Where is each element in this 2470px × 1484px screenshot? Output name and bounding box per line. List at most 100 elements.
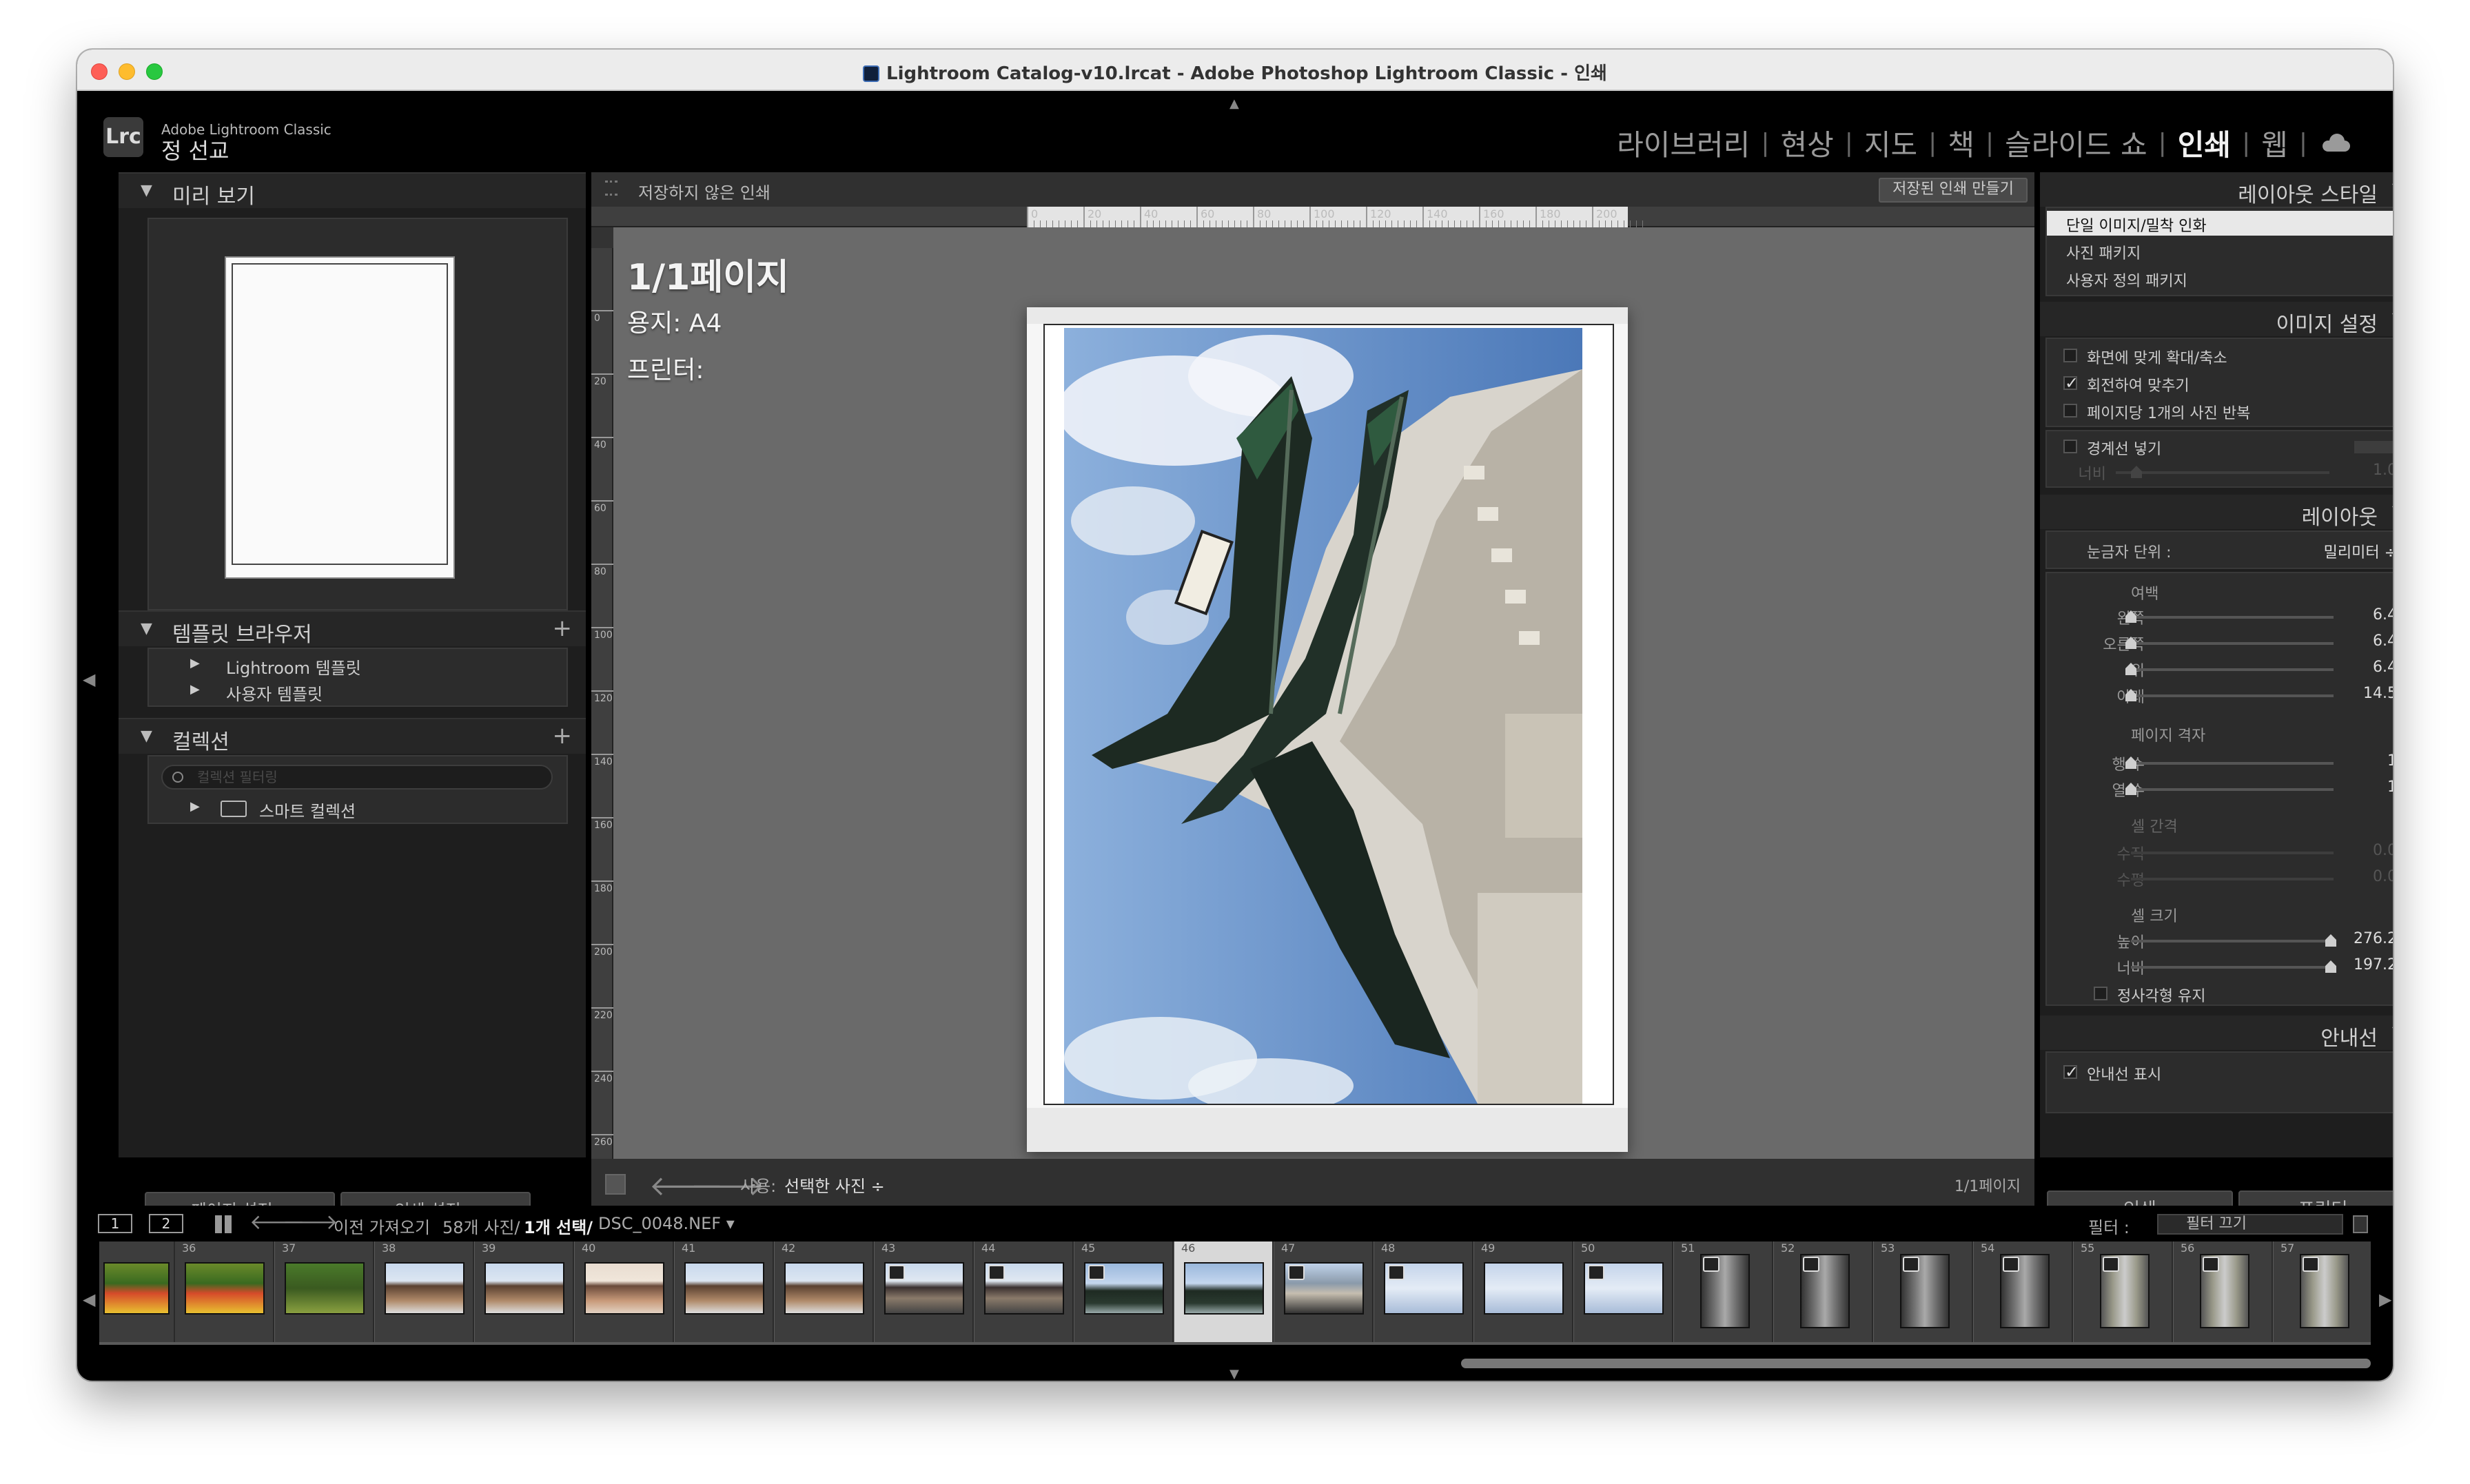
- repeat-photo-checkbox[interactable]: [2063, 404, 2077, 418]
- use-selection-dropdown[interactable]: 선택한 사진 ÷: [784, 1173, 885, 1197]
- slider-value[interactable]: 1: [2336, 752, 2393, 770]
- slider-track[interactable]: [2131, 852, 2334, 854]
- filter-lock-icon[interactable]: [2353, 1215, 2368, 1233]
- layout-style-custom-package[interactable]: 사용자 정의 패키지: [2047, 266, 2393, 291]
- stroke-border-option[interactable]: 경계선 넣기: [2047, 434, 2393, 459]
- filmstrip-cell[interactable]: 44: [974, 1241, 1074, 1342]
- filmstrip-cell[interactable]: 37: [275, 1241, 374, 1342]
- layout-style-header[interactable]: 레이아웃 스타일 ▼: [2040, 172, 2393, 207]
- slider-value[interactable]: 276.2: [2336, 930, 2393, 947]
- repeat-photo-option[interactable]: 페이지당 1개의 사진 반복: [2047, 398, 2393, 423]
- slider-track[interactable]: [2131, 642, 2334, 645]
- filmstrip-cell[interactable]: 48: [1374, 1241, 1473, 1342]
- collection-search-input[interactable]: 컬렉션 필터링: [161, 765, 553, 790]
- filmstrip-cell[interactable]: 47: [1274, 1241, 1374, 1342]
- cloud-sync-icon[interactable]: [2318, 134, 2351, 152]
- filmstrip-cell[interactable]: 52: [1774, 1241, 1873, 1342]
- filmstrip-cell[interactable]: [99, 1241, 175, 1342]
- filmstrip-cell[interactable]: 36: [175, 1241, 274, 1342]
- keep-square-option[interactable]: 정사각형 유지: [2047, 981, 2393, 1006]
- slider-row[interactable]: 아래14.5mm: [2047, 682, 2393, 710]
- filmstrip-cell[interactable]: 56: [2174, 1241, 2273, 1342]
- collapse-bottom-panel-arrow-icon[interactable]: ▼: [1229, 1367, 1239, 1381]
- filmstrip-scroll-left-icon[interactable]: ◀: [83, 1290, 95, 1309]
- slider-track[interactable]: [2131, 940, 2334, 942]
- layout-style-single[interactable]: 단일 이미지/밀착 인화: [2047, 211, 2393, 236]
- template-browser-header[interactable]: ▼ 템플릿 브라우저 +: [119, 610, 586, 647]
- slider-row[interactable]: 왼쪽6.4mm: [2047, 604, 2393, 631]
- menu-icon[interactable]: [605, 181, 618, 196]
- slider-track[interactable]: [2131, 762, 2334, 765]
- stroke-color-swatch[interactable]: [2354, 441, 2393, 453]
- secondary-window-button[interactable]: 2: [149, 1214, 183, 1233]
- slider-track[interactable]: [2131, 668, 2334, 671]
- filmstrip-cell[interactable]: 53: [1874, 1241, 1973, 1342]
- layout-style-picture-package[interactable]: 사진 패키지: [2047, 238, 2393, 263]
- module-tab-4[interactable]: 슬라이드 쇼: [1994, 122, 2158, 164]
- image-settings-header[interactable]: 이미지 설정 ▼: [2040, 302, 2393, 337]
- filmstrip-cell[interactable]: 42: [775, 1241, 874, 1342]
- primary-window-button[interactable]: 1: [98, 1214, 132, 1233]
- collapse-left-panel-arrow-icon[interactable]: ◀: [83, 670, 95, 689]
- print-photo[interactable]: [1064, 328, 1582, 1104]
- show-guides-option[interactable]: 안내선 표시: [2047, 1060, 2393, 1084]
- slider-knob[interactable]: [2325, 960, 2336, 973]
- slider-track[interactable]: [2131, 616, 2334, 619]
- slider-row[interactable]: 오른쪽6.4mm: [2047, 630, 2393, 657]
- filmstrip-cell[interactable]: 40: [575, 1241, 674, 1342]
- slider-value[interactable]: 1: [2336, 779, 2393, 796]
- collapse-top-panel-arrow-icon[interactable]: ▲: [1229, 96, 1239, 111]
- filmstrip-scrollbar[interactable]: [1461, 1359, 2371, 1368]
- slider-track[interactable]: [2116, 471, 2329, 474]
- slider-row[interactable]: 위6.4mm: [2047, 656, 2393, 683]
- slider-value[interactable]: 6.4: [2336, 659, 2393, 676]
- filmstrip-thumbnail[interactable]: [385, 1262, 465, 1315]
- stroke-border-checkbox[interactable]: [2063, 440, 2077, 453]
- slider-knob[interactable]: [2131, 466, 2142, 478]
- zoom-to-fill-checkbox[interactable]: [2063, 349, 2077, 362]
- module-tab-0[interactable]: 라이브러리: [1606, 122, 1761, 164]
- filmstrip-thumbnail[interactable]: [684, 1262, 764, 1315]
- filmstrip-cell[interactable]: 39: [475, 1241, 574, 1342]
- add-template-icon[interactable]: +: [553, 615, 573, 642]
- module-tab-1[interactable]: 현상: [1769, 122, 1844, 164]
- module-tab-2[interactable]: 지도: [1853, 122, 1928, 164]
- add-collection-icon[interactable]: +: [553, 722, 573, 750]
- next-arrow-icon[interactable]: 🡒: [283, 1210, 338, 1235]
- filmstrip-cell[interactable]: 45: [1074, 1241, 1174, 1342]
- rotate-to-fit-option[interactable]: 회전하여 맞추기: [2047, 371, 2393, 395]
- slider-row[interactable]: 너비197.2mm: [2047, 954, 2393, 981]
- photo-cell[interactable]: [1043, 324, 1614, 1105]
- filmstrip-cell[interactable]: 54: [1974, 1241, 2073, 1342]
- slider-track[interactable]: [2131, 694, 2334, 697]
- template-folder-lightroom[interactable]: ▶ Lightroom 템플릿: [149, 652, 567, 679]
- slider-row[interactable]: 수직0.0mm: [2047, 839, 2393, 867]
- filmstrip-cell[interactable]: 49: [1474, 1241, 1573, 1342]
- module-tab-3[interactable]: 책: [1937, 122, 1986, 164]
- slider-value[interactable]: 0.0: [2336, 868, 2393, 885]
- filename-dropdown[interactable]: DSC_0048.NEF ▾: [598, 1214, 735, 1233]
- filmstrip-thumbnail[interactable]: [484, 1262, 564, 1315]
- filmstrip-cell[interactable]: 51: [1674, 1241, 1773, 1342]
- module-tab-6[interactable]: 웹: [2250, 122, 2299, 164]
- show-guides-checkbox[interactable]: [2063, 1062, 2079, 1082]
- slider-value[interactable]: 14.5: [2336, 685, 2393, 702]
- collection-smart[interactable]: ▶ 스마트 컬렉션: [149, 795, 567, 823]
- slider-value[interactable]: 0.0: [2336, 842, 2393, 859]
- guides-header[interactable]: 안내선 ▼: [2040, 1016, 2393, 1051]
- filmstrip-cell[interactable]: 57: [2274, 1241, 2371, 1342]
- filmstrip-cell[interactable]: 46: [1174, 1241, 1274, 1342]
- expand-triangle-icon[interactable]: ▶: [190, 656, 200, 670]
- slider-track[interactable]: [2131, 878, 2334, 880]
- slider-value[interactable]: 6.4: [2336, 632, 2393, 650]
- layout-header[interactable]: 레이아웃 ▼: [2040, 495, 2393, 530]
- slider-value[interactable]: 1.0: [2336, 462, 2393, 479]
- slider-track[interactable]: [2131, 966, 2334, 969]
- filmstrip-cell[interactable]: 43: [875, 1241, 974, 1342]
- filmstrip-cell[interactable]: 55: [2074, 1241, 2173, 1342]
- template-folder-user[interactable]: ▶ 사용자 템플릿: [149, 678, 567, 705]
- slider-row[interactable]: 행 수1: [2047, 750, 2393, 777]
- slider-track[interactable]: [2131, 788, 2334, 791]
- keep-square-checkbox[interactable]: [2094, 987, 2107, 1000]
- preview-panel-header[interactable]: ▼ 미리 보기: [119, 172, 586, 209]
